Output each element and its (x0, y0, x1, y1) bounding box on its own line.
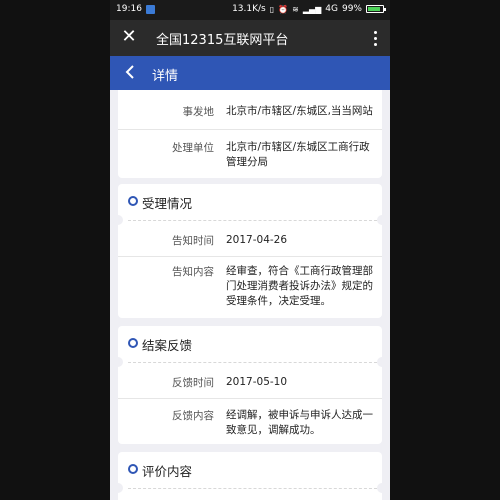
battery-percent: 99% (341, 4, 362, 14)
ticket-notch (377, 483, 387, 493)
vibrate-icon: ▯ (269, 4, 275, 14)
section-title: 结案反馈 (142, 338, 193, 353)
field-value: 北京市/市辖区/东城区,当当网站 (226, 105, 373, 117)
evaluation-card: 评价内容 (113, 452, 387, 500)
screen-background: 19:16 13.1K/s ▯ ⏰ ≋ ▂▄▆ 4G 99% ✕ 全国12315… (0, 0, 500, 500)
section-title: 评价内容 (142, 464, 193, 479)
app-notification-icon (145, 4, 155, 14)
signal-icon: ▂▄▆ (302, 4, 322, 14)
divider (118, 256, 382, 257)
detail-header: 详情 (110, 56, 390, 90)
field-label: 处理单位 (172, 142, 214, 154)
field-label: 事发地 (182, 106, 215, 118)
field-label: 告知时间 (172, 235, 214, 247)
more-options-icon[interactable] (368, 26, 382, 50)
section-header: 结案反馈 (118, 326, 382, 360)
field-value: 2017-05-10 (226, 376, 288, 388)
event-card: 事发地 北京市/市辖区/东城区,当当网站 处理单位 北京市/市辖区/东城区工商行… (118, 90, 382, 178)
field-value: 经审查，符合《工商行政管理部门处理消费者投诉办法》规定的受理条件，决定受理。 (226, 265, 373, 307)
notice-time-row: 告知时间 2017-04-26 (118, 233, 382, 251)
field-value: 经调解，被申诉与申诉人达成一致意见，调解成功。 (226, 409, 373, 436)
section-dot-icon (128, 196, 138, 206)
status-bar: 19:16 13.1K/s ▯ ⏰ ≋ ▂▄▆ 4G 99% (110, 0, 390, 20)
status-time: 19:16 (116, 4, 142, 14)
field-label: 反馈时间 (172, 377, 214, 389)
ticket-notch (377, 357, 387, 367)
section-header: 受理情况 (118, 184, 382, 218)
ticket-notch (113, 215, 123, 225)
battery-icon (366, 5, 386, 13)
section-title: 受理情况 (142, 196, 193, 211)
network-type: 4G (325, 4, 338, 14)
close-icon[interactable]: ✕ (118, 26, 140, 48)
ticket-notch (113, 483, 123, 493)
section-header: 评价内容 (118, 452, 382, 486)
network-speed: 13.1K/s (232, 4, 266, 14)
app-title: 全国12315互联网平台 (156, 33, 289, 48)
section-dot-icon (128, 338, 138, 348)
feedback-time-row: 反馈时间 2017-05-10 (118, 375, 382, 393)
divider (128, 362, 382, 363)
detail-content[interactable]: 事发地 北京市/市辖区/东城区,当当网站 处理单位 北京市/市辖区/东城区工商行… (110, 90, 390, 500)
battery-level (368, 7, 380, 11)
phone-screen: 19:16 13.1K/s ▯ ⏰ ≋ ▂▄▆ 4G 99% ✕ 全国12315… (110, 0, 390, 500)
notice-content-row: 告知内容 经审查，符合《工商行政管理部门处理消费者投诉办法》规定的受理条件，决定… (118, 264, 382, 314)
acceptance-card: 受理情况 告知时间 2017-04-26 告知内容 经审查，符合《工商行政管理部… (113, 184, 387, 318)
divider (118, 398, 382, 399)
page-title: 详情 (152, 69, 179, 84)
field-value: 2017-04-26 (226, 234, 288, 246)
alarm-icon: ⏰ (278, 4, 289, 14)
field-value: 北京市/市辖区/东城区工商行政管理分局 (226, 141, 370, 168)
divider (118, 129, 382, 130)
ticket-notch (377, 215, 387, 225)
divider (128, 220, 382, 221)
field-label: 告知内容 (172, 266, 214, 278)
handling-unit-row: 处理单位 北京市/市辖区/东城区工商行政管理分局 (118, 140, 382, 174)
field-label: 反馈内容 (172, 410, 214, 422)
divider (128, 488, 382, 489)
event-location-row: 事发地 北京市/市辖区/东城区,当当网站 (118, 104, 382, 122)
feedback-content-row: 反馈内容 经调解，被申诉与申诉人达成一致意见，调解成功。 (118, 408, 382, 442)
section-dot-icon (128, 464, 138, 474)
closure-card: 结案反馈 反馈时间 2017-05-10 反馈内容 经调解，被申诉与申诉人达成一… (113, 326, 387, 444)
app-bar: ✕ 全国12315互联网平台 (110, 20, 390, 56)
wifi-icon: ≋ (292, 4, 299, 14)
back-arrow-icon[interactable] (124, 64, 138, 82)
ticket-notch (113, 357, 123, 367)
